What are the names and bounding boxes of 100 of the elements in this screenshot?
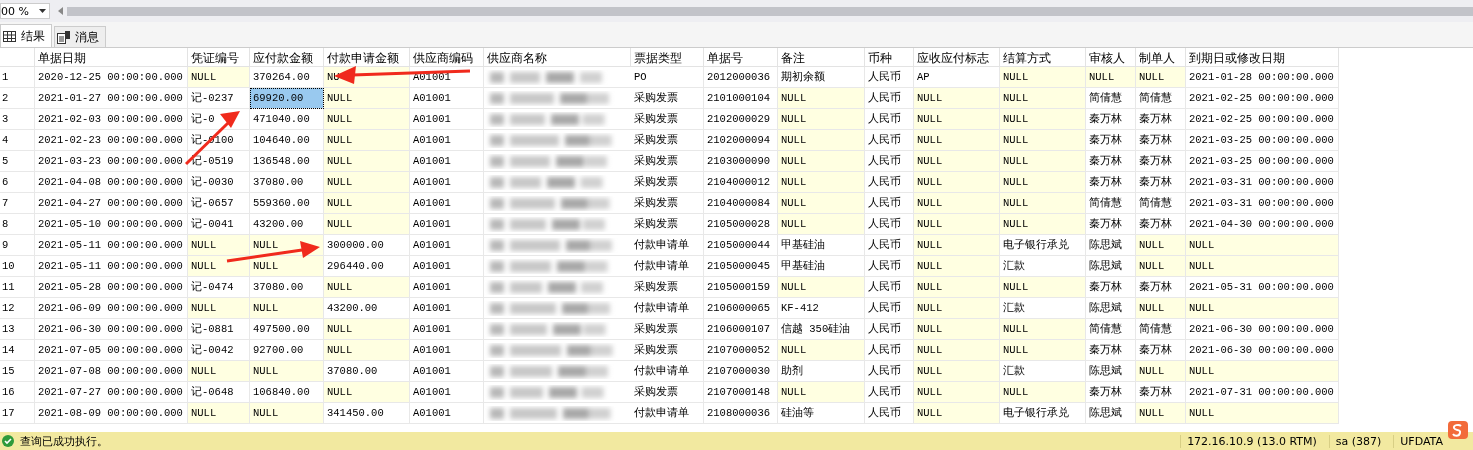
table-cell: NULL [324, 382, 410, 403]
table-cell: 付款申请单 [631, 256, 704, 277]
table-cell: A01001 [410, 235, 484, 256]
table-cell: A01001 [410, 214, 484, 235]
table-cell: NULL [1136, 298, 1186, 319]
table-cell: 秦万林 [1136, 151, 1186, 172]
table-cell: NULL [1000, 67, 1086, 88]
table-cell: 硅油等 [778, 403, 865, 424]
column-header[interactable]: 单据号 [704, 48, 778, 67]
table-cell: NULL [914, 256, 1000, 277]
table-cell: NULL [914, 193, 1000, 214]
table-cell: 简倩慧 [1086, 319, 1136, 340]
column-header[interactable]: 应付款金额 [250, 48, 324, 67]
row-number: 12 [0, 298, 35, 319]
table-cell: NULL [778, 172, 865, 193]
table-cell: NULL [324, 277, 410, 298]
table-cell: NULL [188, 235, 250, 256]
column-header[interactable]: 审核人 [1086, 48, 1136, 67]
column-header[interactable]: 应收应付标志 [914, 48, 1000, 67]
table-cell: 2021-02-25 00:00:00.000 [1186, 88, 1339, 109]
table-cell: NULL [324, 214, 410, 235]
column-header[interactable]: 结算方式 [1000, 48, 1086, 67]
table-cell: NULL [914, 214, 1000, 235]
table-cell: 2021-02-03 00:00:00.000 [35, 109, 188, 130]
table-cell: 2021-07-05 00:00:00.000 [35, 340, 188, 361]
column-header[interactable]: 币种 [865, 48, 914, 67]
table-cell: 简倩慧 [1136, 193, 1186, 214]
horizontal-scrollbar[interactable] [67, 6, 1473, 16]
table-cell: NULL [1000, 151, 1086, 172]
table-cell: 采购发票 [631, 214, 704, 235]
column-header[interactable]: 备注 [778, 48, 865, 67]
row-number: 10 [0, 256, 35, 277]
table-cell: NULL [778, 109, 865, 130]
table-cell: NULL [914, 382, 1000, 403]
table-cell: NULL [1000, 382, 1086, 403]
table-cell: NULL [188, 403, 250, 424]
row-number: 15 [0, 361, 35, 382]
table-cell: 付款申请单 [631, 361, 704, 382]
table-cell: 300000.00 [324, 235, 410, 256]
table-cell: 341450.00 [324, 403, 410, 424]
row-number: 16 [0, 382, 35, 403]
row-number: 9 [0, 235, 35, 256]
table-cell: 甲基硅油 [778, 235, 865, 256]
table-cell: 2106000107 [704, 319, 778, 340]
annotation-arrow [184, 111, 240, 166]
table-cell: 秦万林 [1136, 130, 1186, 151]
table-cell: 秦万林 [1086, 151, 1136, 172]
table-cell: 采购发票 [631, 193, 704, 214]
table-cell: KF-412 [778, 298, 865, 319]
table-cell: 电子银行承兑 [1000, 403, 1086, 424]
table-cell: NULL [1136, 361, 1186, 382]
scroll-left-icon[interactable] [58, 7, 63, 15]
table-cell: A01001 [410, 193, 484, 214]
table-cell: 2012000036 [704, 67, 778, 88]
table-cell: A01001 [410, 340, 484, 361]
table-cell: NULL [778, 193, 865, 214]
table-cell: A01001 [410, 277, 484, 298]
table-cell: NULL [324, 88, 410, 109]
tab[interactable]: 结果 [0, 24, 52, 47]
table-cell: 简倩慧 [1086, 88, 1136, 109]
grid-corner[interactable] [0, 48, 35, 67]
row-number: 8 [0, 214, 35, 235]
table-cell: 记-0657 [188, 193, 250, 214]
tab[interactable]: 消息 [54, 26, 106, 47]
row-number: 3 [0, 109, 35, 130]
table-cell: NULL [324, 340, 410, 361]
column-header[interactable]: 单据日期 [35, 48, 188, 67]
table-cell: 2021-02-25 00:00:00.000 [1186, 109, 1339, 130]
table-cell: 2021-07-27 00:00:00.000 [35, 382, 188, 403]
table-cell: NULL [1000, 109, 1086, 130]
table-cell: 采购发票 [631, 88, 704, 109]
column-header[interactable]: 供应商名称 [484, 48, 631, 67]
zoom-dropdown[interactable]: 00 % [0, 3, 50, 19]
table-cell: A01001 [410, 172, 484, 193]
user-info: sa (387) [1328, 434, 1388, 448]
column-header[interactable]: 供应商编码 [410, 48, 484, 67]
column-header[interactable]: 制单人 [1136, 48, 1186, 67]
table-cell: 2021-04-27 00:00:00.000 [35, 193, 188, 214]
table-cell: 秦万林 [1086, 214, 1136, 235]
table-cell: NULL [1186, 256, 1339, 277]
table-cell: 2021-03-31 00:00:00.000 [1186, 193, 1339, 214]
table-cell: NULL [324, 319, 410, 340]
column-header[interactable]: 付款申请金额 [324, 48, 410, 67]
table-cell: 2021-06-30 00:00:00.000 [1186, 319, 1339, 340]
column-header[interactable]: 凭证编号 [188, 48, 250, 67]
table-cell: 2021-01-27 00:00:00.000 [35, 88, 188, 109]
table-cell: 2105000045 [704, 256, 778, 277]
table-cell: NULL [1186, 403, 1339, 424]
table-cell: NULL [188, 361, 250, 382]
table-cell: NULL [188, 256, 250, 277]
table-cell: 秦万林 [1086, 277, 1136, 298]
column-header[interactable]: 到期日或修改日期 [1186, 48, 1339, 67]
column-header[interactable]: 票据类型 [631, 48, 704, 67]
table-cell: A01001 [410, 319, 484, 340]
table-cell: A01001 [410, 88, 484, 109]
success-icon [2, 435, 14, 447]
table-cell: 2107000030 [704, 361, 778, 382]
table-cell: NULL [250, 403, 324, 424]
table-cell: NULL [778, 88, 865, 109]
table-cell: 电子银行承兑 [1000, 235, 1086, 256]
